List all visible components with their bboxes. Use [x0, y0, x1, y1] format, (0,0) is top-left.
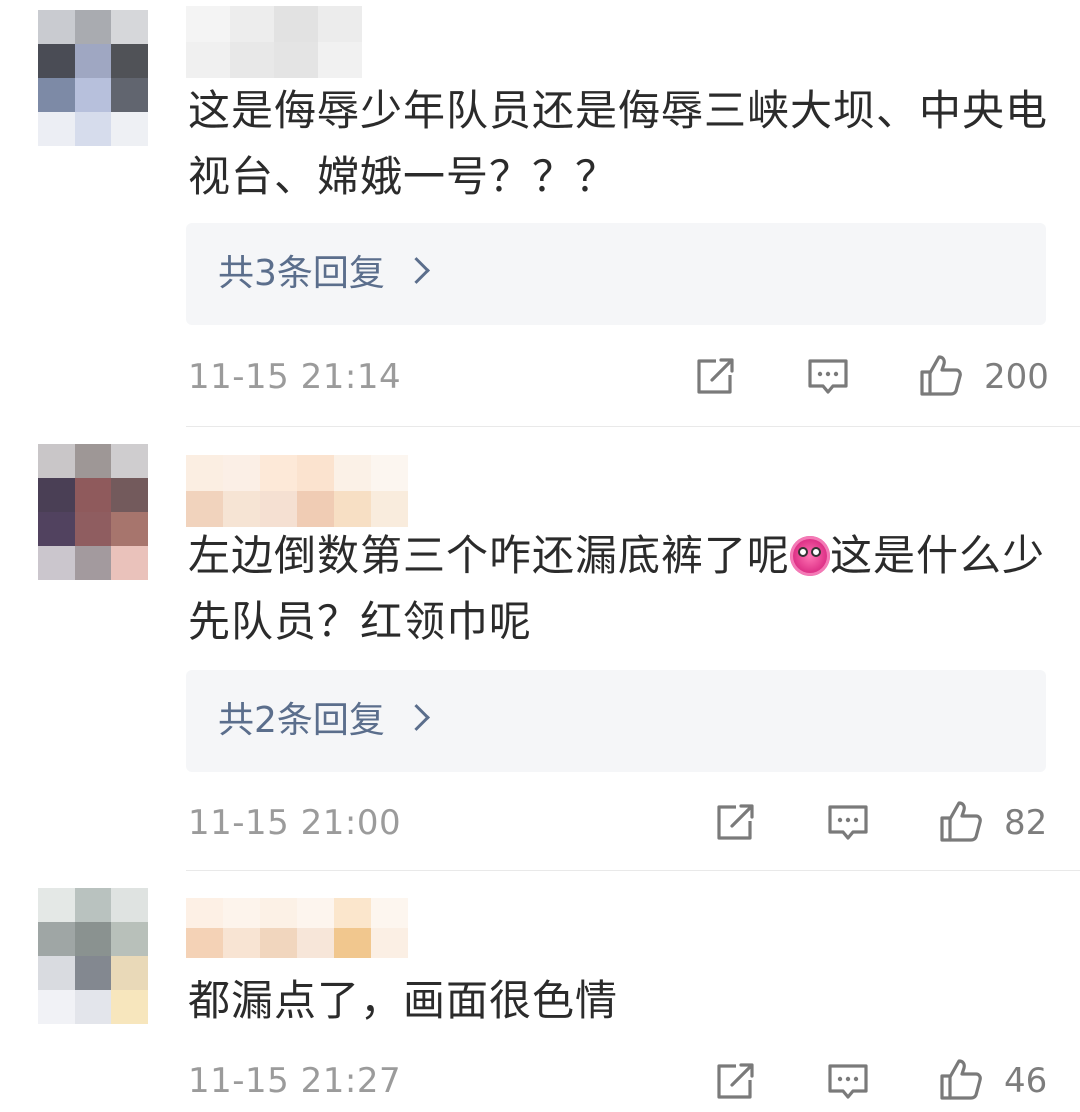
replies-count-label: 共2条回复 [218, 700, 385, 741]
share-icon[interactable] [692, 353, 738, 399]
comment-text: 左边倒数第三个咋还漏底裤了呢 这是什么少先队员？红领巾呢 [188, 531, 1046, 646]
comment-text: 都漏点了，画面很色情 [188, 976, 619, 1025]
comment-timestamp: 11-15 21:27 [188, 1061, 402, 1101]
comment-icon[interactable] [825, 799, 871, 845]
like-count: 200 [984, 357, 1049, 397]
view-replies-button[interactable]: 共2条回复 [186, 670, 1046, 772]
replies-count-label: 共3条回复 [218, 253, 385, 294]
avatar[interactable] [38, 10, 148, 146]
comment-icon[interactable] [805, 353, 851, 399]
share-icon[interactable] [712, 1058, 758, 1104]
comment-item: 这是侮辱少年队员还是侮辱三峡大坝、中央电视台、嫦娥一号？？？ 共3条回复 11-… [0, 0, 1080, 430]
username[interactable] [186, 6, 362, 78]
avatar[interactable] [38, 444, 148, 580]
like-count: 82 [1004, 803, 1048, 843]
like-count: 46 [1004, 1061, 1048, 1101]
username[interactable] [186, 898, 408, 958]
comment-timestamp: 11-15 21:00 [188, 803, 402, 843]
username[interactable] [186, 455, 408, 527]
comment-item: 左边倒数第三个咋还漏底裤了呢 这是什么少先队员？红领巾呢 共2条回复 11-15 … [0, 430, 1080, 871]
comment-text: 这是侮辱少年队员还是侮辱三峡大坝、中央电视台、嫦娥一号？？？ [188, 86, 1049, 201]
view-replies-button[interactable]: 共3条回复 [186, 223, 1046, 325]
divider [186, 426, 1080, 427]
share-icon[interactable] [712, 799, 758, 845]
comment-icon[interactable] [825, 1058, 871, 1104]
thumbs-up-icon[interactable] [918, 352, 964, 398]
avatar[interactable] [38, 888, 148, 1024]
comment-item: 都漏点了，画面很色情 11-15 21:27 46 [0, 870, 1080, 1112]
crazy-face-emoji [790, 536, 831, 576]
chevron-right-icon [403, 257, 430, 284]
thumbs-up-icon[interactable] [938, 798, 984, 844]
comment-timestamp: 11-15 21:14 [188, 357, 402, 397]
chevron-right-icon [403, 704, 430, 731]
thumbs-up-icon[interactable] [938, 1056, 984, 1102]
